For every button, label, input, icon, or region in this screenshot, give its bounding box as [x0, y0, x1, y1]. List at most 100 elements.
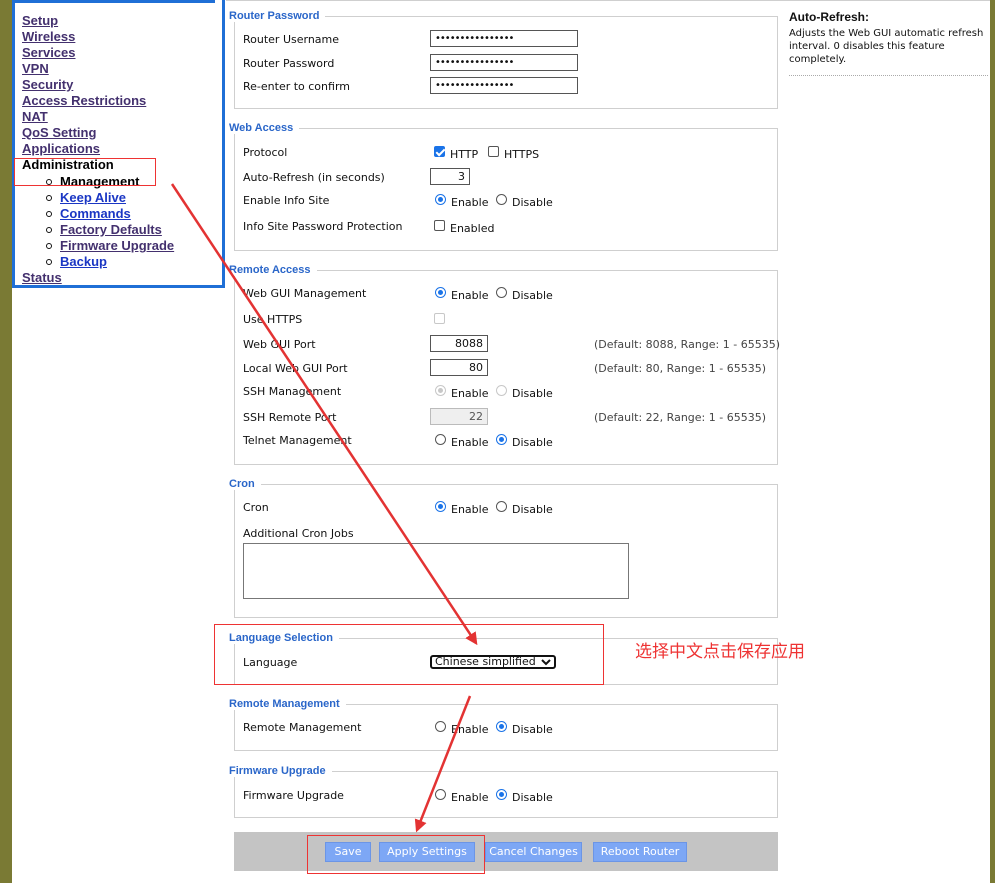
infosite-enable-radio[interactable]: [435, 194, 446, 205]
firmware-disable-radio[interactable]: [496, 789, 507, 800]
local-port-label: Local Web GUI Port: [243, 362, 348, 375]
infosite-password-enabled-label: Enabled: [450, 222, 495, 235]
cancel-changes-button[interactable]: Cancel Changes: [485, 842, 582, 862]
remote-mgmt-enable-radio[interactable]: [435, 721, 446, 732]
submenu-item-firmware-upgrade[interactable]: Firmware Upgrade: [46, 238, 174, 254]
sidebar-link-wireless[interactable]: Wireless: [22, 29, 75, 44]
autorefresh-input[interactable]: 3: [430, 168, 470, 185]
sidebar-link-security[interactable]: Security: [22, 77, 73, 92]
sidebar-link-status[interactable]: Status: [22, 270, 62, 285]
sidebar: Setup Wireless Services VPN Security Acc…: [12, 0, 225, 288]
sidebar-item-nat[interactable]: NAT: [22, 109, 174, 125]
sidebar-item-vpn[interactable]: VPN: [22, 61, 174, 77]
highlight-box-buttons: [307, 835, 485, 874]
cron-enable-label: Enable: [451, 503, 489, 516]
router-username-input[interactable]: ••••••••••••••••: [430, 30, 578, 47]
confirm-password-input[interactable]: ••••••••••••••••: [430, 77, 578, 94]
telnet-enable-radio[interactable]: [435, 434, 446, 445]
infosite-password-label: Info Site Password Protection: [243, 220, 403, 233]
router-password-input[interactable]: ••••••••••••••••: [430, 54, 578, 71]
submenu-link-commands[interactable]: Commands: [60, 206, 131, 221]
remote-mgmt-disable-label: Disable: [512, 723, 553, 736]
webgui-enable-label: Enable: [451, 289, 489, 302]
autorefresh-label: Auto-Refresh (in seconds): [243, 171, 385, 184]
local-port-input[interactable]: 80: [430, 359, 488, 376]
annotation-text: 选择中文点击保存应用: [635, 642, 805, 662]
cron-jobs-label: Additional Cron Jobs: [243, 527, 354, 540]
webgui-enable-radio[interactable]: [435, 287, 446, 298]
sidebar-menu: Setup Wireless Services VPN Security Acc…: [22, 13, 174, 286]
remote-mgmt-enable-label: Enable: [451, 723, 489, 736]
telnet-disable-label: Disable: [512, 436, 553, 449]
sidebar-link-access-restrictions[interactable]: Access Restrictions: [22, 93, 146, 108]
use-https-checkbox[interactable]: [434, 313, 445, 324]
remote-mgmt-disable-radio[interactable]: [496, 721, 507, 732]
webgui-port-hint: (Default: 8088, Range: 1 - 65535): [594, 338, 780, 351]
infosite-disable-label: Disable: [512, 196, 553, 209]
sidebar-item-security[interactable]: Security: [22, 77, 174, 93]
bullet-icon: [46, 195, 52, 201]
reboot-router-button[interactable]: Reboot Router: [593, 842, 687, 862]
submenu-item-commands[interactable]: Commands: [46, 206, 174, 222]
webgui-disable-radio[interactable]: [496, 287, 507, 298]
submenu-link-factory-defaults[interactable]: Factory Defaults: [60, 222, 162, 237]
firmware-title: Firmware Upgrade: [229, 765, 332, 777]
sidebar-link-nat[interactable]: NAT: [22, 109, 48, 124]
submenu-link-keep-alive[interactable]: Keep Alive: [60, 190, 126, 205]
submenu-item-keep-alive[interactable]: Keep Alive: [46, 190, 174, 206]
submenu-item-backup[interactable]: Backup: [46, 254, 174, 270]
remote-access-title: Remote Access: [229, 264, 317, 276]
webgui-port-input[interactable]: 8088: [430, 335, 488, 352]
sidebar-link-vpn[interactable]: VPN: [22, 61, 49, 76]
sidebar-link-applications[interactable]: Applications: [22, 141, 100, 156]
left-border: [0, 0, 12, 883]
help-text: Adjusts the Web GUI automatic refresh in…: [789, 28, 984, 65]
https-checkbox[interactable]: [488, 146, 499, 157]
http-checkbox[interactable]: [434, 146, 445, 157]
remote-mgmt-title: Remote Management: [229, 698, 346, 710]
help-divider: [789, 75, 988, 76]
webgui-disable-label: Disable: [512, 289, 553, 302]
firmware-enable-radio[interactable]: [435, 789, 446, 800]
cron-disable-radio[interactable]: [496, 501, 507, 512]
webgui-port-label: Web GUI Port: [243, 338, 316, 351]
cron-disable-label: Disable: [512, 503, 553, 516]
sidebar-item-applications[interactable]: Applications: [22, 141, 174, 157]
router-password-title: Router Password: [229, 10, 326, 22]
sidebar-link-services[interactable]: Services: [22, 45, 76, 60]
ssh-port-label: SSH Remote Port: [243, 411, 337, 424]
ssh-enable-radio[interactable]: [435, 385, 446, 396]
infosite-label: Enable Info Site: [243, 194, 330, 207]
confirm-password-label: Re-enter to confirm: [243, 80, 350, 93]
router-username-label: Router Username: [243, 33, 340, 46]
ssh-disable-label: Disable: [512, 387, 553, 400]
submenu-link-firmware-upgrade[interactable]: Firmware Upgrade: [60, 238, 174, 253]
submenu-link-backup[interactable]: Backup: [60, 254, 107, 269]
sidebar-item-wireless[interactable]: Wireless: [22, 29, 174, 45]
submenu-item-factory-defaults[interactable]: Factory Defaults: [46, 222, 174, 238]
sidebar-item-access-restrictions[interactable]: Access Restrictions: [22, 93, 174, 109]
cron-enable-radio[interactable]: [435, 501, 446, 512]
telnet-management-label: Telnet Management: [243, 434, 352, 447]
top-divider: [226, 0, 990, 1]
sidebar-link-setup[interactable]: Setup: [22, 13, 58, 28]
cron-title: Cron: [229, 478, 261, 490]
ssh-port-input[interactable]: 22: [430, 408, 488, 425]
firmware-label: Firmware Upgrade: [243, 789, 344, 802]
sidebar-item-setup[interactable]: Setup: [22, 13, 174, 29]
sidebar-link-qos[interactable]: QoS Setting: [22, 125, 96, 140]
sidebar-item-services[interactable]: Services: [22, 45, 174, 61]
infosite-password-checkbox[interactable]: [434, 220, 445, 231]
sidebar-item-qos[interactable]: QoS Setting: [22, 125, 174, 141]
help-title: Auto-Refresh:: [789, 10, 869, 24]
infosite-enable-label: Enable: [451, 196, 489, 209]
telnet-disable-radio[interactable]: [496, 434, 507, 445]
infosite-disable-radio[interactable]: [496, 194, 507, 205]
protocol-label: Protocol: [243, 146, 288, 159]
sidebar-item-status[interactable]: Status: [22, 270, 174, 286]
use-https-label: Use HTTPS: [243, 313, 303, 326]
ssh-disable-radio[interactable]: [496, 385, 507, 396]
cron-jobs-textarea[interactable]: [243, 543, 629, 599]
bullet-icon: [46, 211, 52, 217]
firmware-disable-label: Disable: [512, 791, 553, 804]
